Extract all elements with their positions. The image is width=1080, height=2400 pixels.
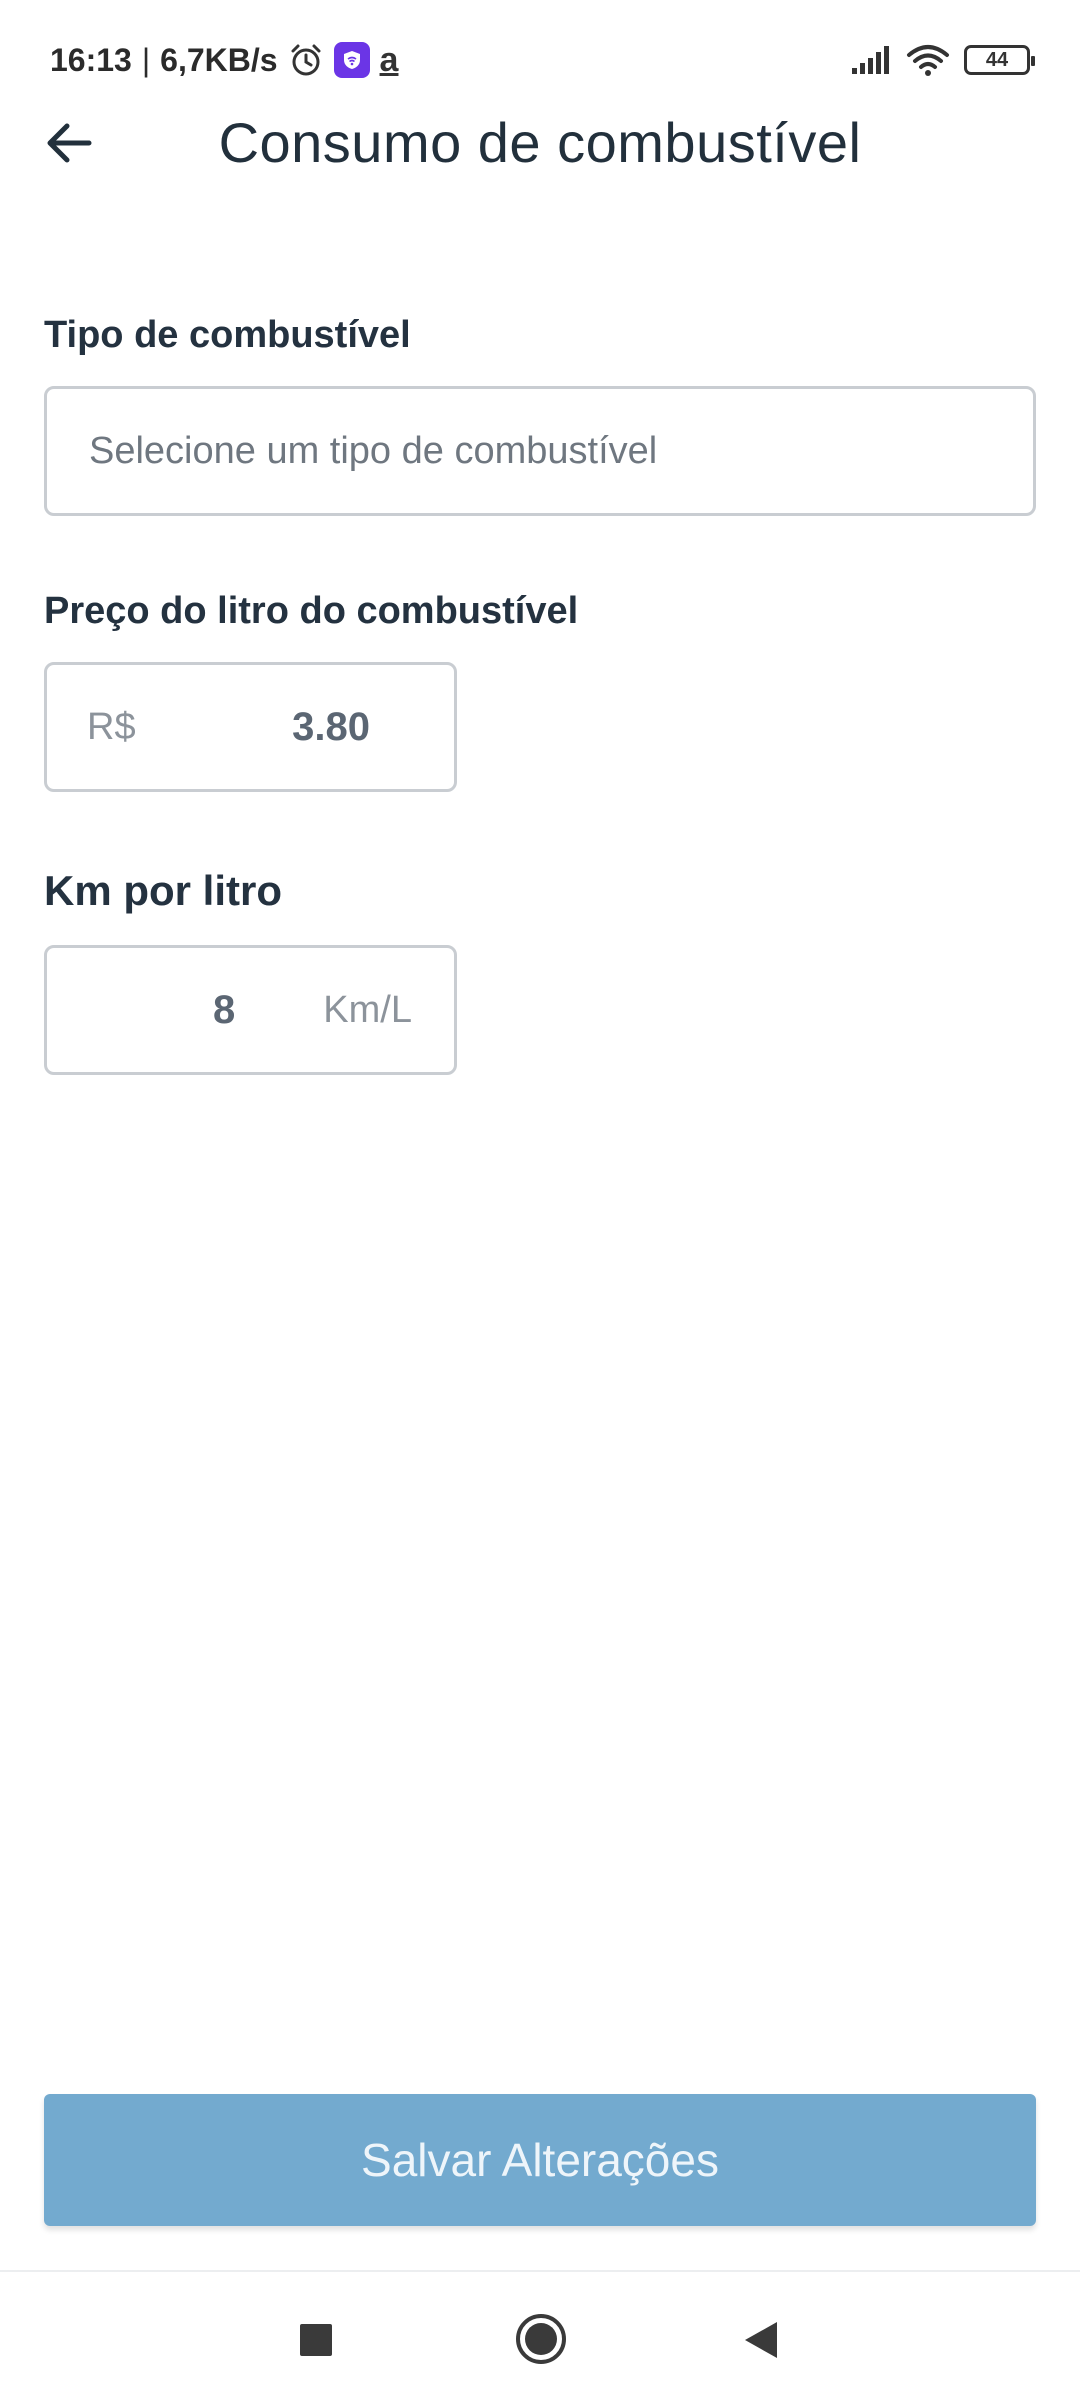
signal-icon bbox=[850, 44, 892, 76]
km-per-liter-suffix: Km/L bbox=[323, 988, 412, 1031]
price-input[interactable]: R$ 3.80 bbox=[44, 662, 457, 792]
save-button[interactable]: Salvar Alterações bbox=[44, 2094, 1036, 2226]
home-circle-icon bbox=[516, 2314, 566, 2364]
network-speed: 6,7KB/s bbox=[160, 41, 278, 78]
back-triangle-icon bbox=[745, 2322, 777, 2358]
battery-icon: 44 bbox=[964, 45, 1035, 75]
fuel-type-placeholder: Selecione um tipo de combustível bbox=[89, 429, 658, 472]
wifi-icon bbox=[906, 43, 950, 77]
status-separator: | bbox=[141, 41, 151, 78]
price-value: 3.80 bbox=[292, 704, 370, 749]
km-per-liter-value: 8 bbox=[213, 987, 236, 1032]
currency-prefix: R$ bbox=[87, 705, 136, 748]
app-header: Consumo de combustível bbox=[0, 90, 1080, 200]
amazon-icon: a bbox=[379, 40, 399, 79]
price-label: Preço do litro do combustível bbox=[44, 590, 579, 632]
system-back-button[interactable] bbox=[740, 2318, 780, 2362]
home-button[interactable] bbox=[514, 2312, 568, 2366]
status-left: 16:13 | 6,7KB/s a bbox=[50, 41, 398, 80]
status-right: 44 bbox=[850, 43, 1035, 77]
page-title: Consumo de combustível bbox=[218, 111, 862, 174]
km-per-liter-label: Km por litro bbox=[44, 867, 282, 914]
alarm-icon bbox=[288, 42, 324, 78]
recents-button[interactable] bbox=[296, 2320, 336, 2360]
status-time: 16:13 bbox=[50, 41, 132, 78]
system-nav-bar bbox=[0, 2270, 1080, 2400]
km-per-liter-input[interactable]: 8 Km/L bbox=[44, 945, 457, 1075]
fuel-type-select[interactable]: Selecione um tipo de combustível bbox=[44, 386, 1036, 516]
vpn-icon bbox=[333, 42, 370, 78]
fuel-type-label: Tipo de combustível bbox=[44, 314, 411, 356]
recents-square-icon bbox=[300, 2324, 332, 2356]
screen: 16:13 | 6,7KB/s a 44 Consumo de combustí… bbox=[0, 0, 1080, 2400]
